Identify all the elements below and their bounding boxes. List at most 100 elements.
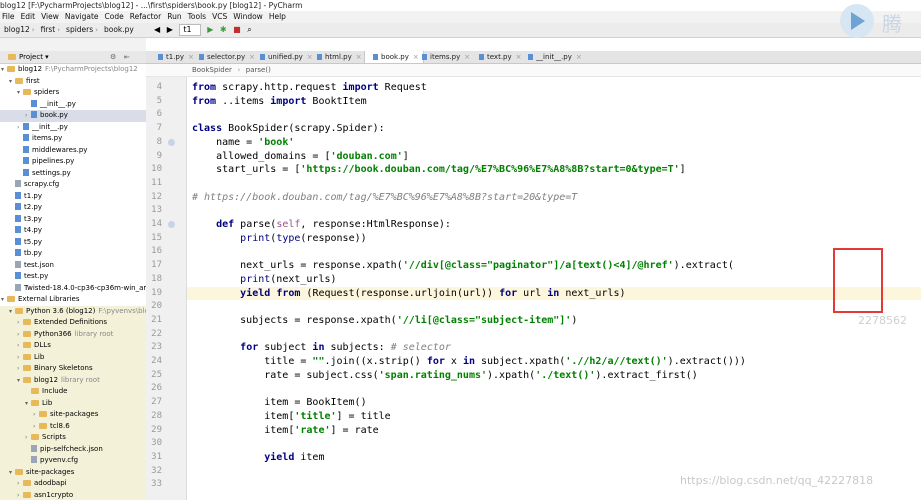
stop-icon[interactable]: ■: [233, 23, 241, 37]
tree-item[interactable]: ▾ blog12 F:\PycharmProjects\blog12: [0, 64, 146, 76]
tree-item[interactable]: scrapy.cfg: [0, 179, 146, 191]
code-line[interactable]: # https://book.douban.com/tag/%E7%BC%96%…: [192, 191, 577, 205]
code-line[interactable]: name = 'book': [192, 136, 294, 150]
breadcrumb-item[interactable]: blog12: [4, 23, 30, 37]
forward-icon[interactable]: ▶: [167, 23, 173, 37]
tree-item[interactable]: › Scripts: [0, 432, 146, 444]
code-editor[interactable]: from scrapy.http.request import Request f…: [187, 77, 921, 500]
tree-item[interactable]: ▾ blog12 library root: [0, 374, 146, 386]
code-line[interactable]: class BookSpider(scrapy.Spider):: [192, 122, 385, 136]
tree-item[interactable]: t5.py: [0, 237, 146, 249]
line-number: 10: [151, 164, 162, 175]
editor-breadcrumb-class[interactable]: BookSpider: [192, 66, 232, 74]
back-icon[interactable]: ◀: [154, 23, 160, 37]
tree-item[interactable]: ▾ spiders: [0, 87, 146, 99]
tree-item[interactable]: › DLLs: [0, 340, 146, 352]
editor-breadcrumb-method[interactable]: parse(): [246, 66, 271, 74]
editor-tab[interactable]: selector.py ×: [191, 51, 260, 63]
tree-item[interactable]: test.py: [0, 271, 146, 283]
tree-item[interactable]: pipelines.py: [0, 156, 146, 168]
run-icon[interactable]: ▶: [207, 23, 213, 37]
code-line[interactable]: for subject in subjects: # selector: [192, 341, 451, 355]
menu-item[interactable]: Tools: [188, 12, 206, 21]
tree-item[interactable]: settings.py: [0, 168, 146, 180]
code-line[interactable]: start_urls = ['https://book.douban.com/t…: [192, 163, 686, 177]
tree-item[interactable]: middlewares.py: [0, 145, 146, 157]
tree-item[interactable]: ▾ Lib: [0, 397, 146, 409]
menu-item[interactable]: Run: [167, 12, 181, 21]
code-line[interactable]: item = BookItem(): [192, 396, 366, 410]
override-marker-icon[interactable]: [168, 138, 175, 146]
tree-item[interactable]: test.json: [0, 260, 146, 272]
tree-item[interactable]: ▾ site-packages: [0, 466, 146, 478]
editor-tab[interactable]: items.py ×: [414, 51, 479, 63]
line-number: 22: [151, 328, 162, 339]
code-line[interactable]: from ..items import BooktItem: [192, 95, 367, 109]
tree-item[interactable]: › Extended Definitions: [0, 317, 146, 329]
menu-item[interactable]: Edit: [21, 12, 36, 21]
code-line[interactable]: next_urls = response.xpath('//div[@class…: [192, 259, 734, 273]
breadcrumb-item[interactable]: first: [41, 23, 56, 37]
menu-item[interactable]: View: [41, 12, 59, 21]
breadcrumb-item[interactable]: book.py: [104, 23, 134, 37]
tree-item[interactable]: t1.py: [0, 191, 146, 203]
tree-item[interactable]: › Binary Skeletons: [0, 363, 146, 375]
editor-tab[interactable]: unified.py ×: [252, 51, 317, 63]
editor-tab[interactable]: __init__.py ×: [520, 51, 582, 63]
breadcrumb-item[interactable]: spiders: [66, 23, 93, 37]
tree-item[interactable]: t2.py: [0, 202, 146, 214]
tree-item[interactable]: › book.py: [0, 110, 146, 122]
close-tab-icon[interactable]: ×: [576, 53, 582, 61]
tree-item[interactable]: ▾Python 3.6 (blog12)F:\pyvenvs\blog12: [0, 305, 146, 317]
tree-item[interactable]: t3.py: [0, 214, 146, 226]
code-line[interactable]: def parse(self, response:HtmlResponse):: [192, 218, 451, 232]
code-line[interactable]: title = "".join((x.strip() for x in subj…: [192, 355, 746, 369]
menu-item[interactable]: Code: [105, 12, 124, 21]
tree-item[interactable]: › tcl8.6: [0, 420, 146, 432]
tree-item[interactable]: Twisted-18.4.0-cp36-cp36m-win_amd64.whl: [0, 283, 146, 295]
project-view-select[interactable]: Project ▾: [8, 51, 49, 63]
hide-icon[interactable]: ⇤: [124, 51, 130, 63]
run-config-select[interactable]: t1: [179, 24, 201, 36]
menu-item[interactable]: Navigate: [65, 12, 99, 21]
settings-icon[interactable]: ⚙: [110, 51, 116, 63]
close-tab-icon[interactable]: ×: [356, 53, 362, 61]
code-line[interactable]: print(type(response)): [192, 232, 366, 246]
code-line[interactable]: print(next_urls): [192, 273, 336, 287]
close-tab-icon[interactable]: ×: [464, 53, 470, 61]
tree-item[interactable]: tb.py: [0, 248, 146, 260]
tree-item[interactable]: pip-selfcheck.json: [0, 443, 146, 455]
tree-item[interactable]: items.py: [0, 133, 146, 145]
tree-item[interactable]: t4.py: [0, 225, 146, 237]
override-marker-icon[interactable]: [168, 221, 175, 228]
tree-item[interactable]: pyvenv.cfg: [0, 455, 146, 467]
tree-item[interactable]: › site-packages: [0, 409, 146, 421]
search-icon[interactable]: ⌕: [247, 23, 251, 37]
editor-tab[interactable]: html.py ×: [309, 51, 372, 63]
tree-item[interactable]: Include: [0, 386, 146, 398]
folder-icon: [8, 54, 16, 60]
tree-item[interactable]: ▾ first: [0, 76, 146, 88]
code-line[interactable]: rate = subject.css('span.rating_nums').x…: [192, 369, 698, 383]
tree-item-path: F:\pyvenvs\blog12: [98, 306, 146, 315]
debug-icon[interactable]: ✱: [220, 23, 227, 37]
code-line[interactable]: item['rate'] = rate: [192, 424, 378, 438]
tree-item[interactable]: ▾ External Libraries: [0, 294, 146, 306]
code-line[interactable]: item['title'] = title: [192, 410, 390, 424]
tree-item[interactable]: __init__.py: [0, 99, 146, 111]
menu-item[interactable]: Window: [233, 12, 263, 21]
code-line[interactable]: yield item: [192, 451, 324, 465]
code-line[interactable]: subjects = response.xpath('//li[@class="…: [192, 314, 577, 328]
tree-item[interactable]: › Python366 library root: [0, 328, 146, 340]
menu-item[interactable]: Refactor: [130, 12, 161, 21]
code-line[interactable]: allowed_domains = ['douban.com']: [192, 150, 409, 164]
tree-item[interactable]: › adodbapi: [0, 478, 146, 490]
tree-item[interactable]: › __init__.py: [0, 122, 146, 134]
menu-item[interactable]: Help: [269, 12, 286, 21]
menu-item[interactable]: VCS: [212, 12, 227, 21]
tree-item[interactable]: › Lib: [0, 351, 146, 363]
code-line[interactable]: from scrapy.http.request import Request: [192, 81, 427, 95]
code-line[interactable]: yield from (Request(response.urljoin(url…: [192, 287, 625, 301]
menu-item[interactable]: File: [2, 12, 15, 21]
tree-item[interactable]: › asn1crypto: [0, 489, 146, 500]
